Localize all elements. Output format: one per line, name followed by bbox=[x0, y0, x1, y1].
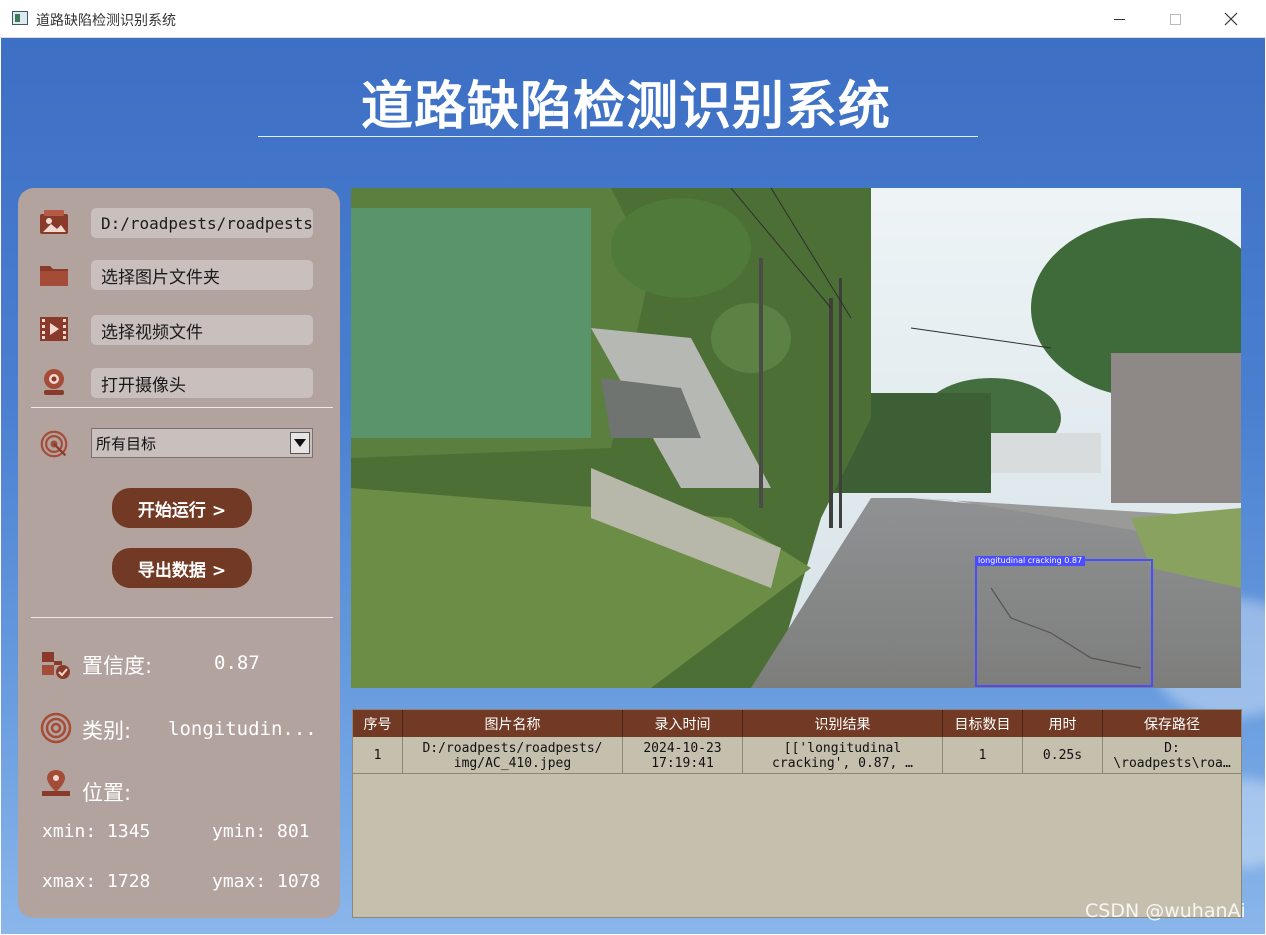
panel-divider bbox=[31, 407, 333, 408]
table-cell-index: 1 bbox=[353, 737, 403, 774]
table-header-row: 序号 图片名称 录入时间 识别结果 目标数目 用时 保存路径 bbox=[353, 710, 1241, 737]
open-camera-button[interactable]: 打开摄像头 bbox=[91, 368, 313, 398]
heading-divider bbox=[258, 136, 978, 137]
watermark: CSDN @wuhanAi bbox=[1085, 900, 1246, 922]
table-cell-result: [['longitudinal cracking', 0.87, … bbox=[743, 737, 943, 774]
close-icon bbox=[1224, 12, 1238, 26]
table-header-cell[interactable]: 录入时间 bbox=[623, 710, 743, 737]
minimize-icon bbox=[1113, 18, 1125, 20]
table-header-cell[interactable]: 保存路径 bbox=[1103, 710, 1241, 737]
table-cell-time: 2024-10-23 17:19:41 bbox=[623, 737, 743, 774]
detection-image-view: longitudinal cracking 0.87 bbox=[351, 188, 1241, 688]
image-path-field[interactable]: D:/roadpests/roadpests/i bbox=[91, 208, 313, 238]
target-select-value: 所有目标 bbox=[96, 434, 157, 453]
image-icon bbox=[40, 210, 68, 234]
detection-bounding-box bbox=[975, 559, 1153, 687]
target-icon bbox=[40, 430, 68, 458]
ymax-value: ymax: 1078 bbox=[212, 871, 321, 892]
location-pin-icon bbox=[42, 770, 70, 796]
window-titlebar: 道路缺陷检测识别系统 bbox=[0, 0, 1266, 38]
panel-divider bbox=[31, 617, 333, 618]
table-header-cell[interactable]: 识别结果 bbox=[743, 710, 943, 737]
chevron-down-icon[interactable] bbox=[290, 432, 310, 454]
maximize-icon bbox=[1169, 13, 1181, 25]
confidence-value: 0.87 bbox=[214, 652, 260, 674]
app-icon bbox=[12, 11, 28, 25]
class-value: longitudin... bbox=[168, 718, 317, 740]
xmax-value: xmax: 1728 bbox=[42, 871, 151, 892]
export-button[interactable]: 导出数据 > bbox=[112, 548, 252, 588]
confidence-label: 置信度: bbox=[82, 654, 153, 678]
target-select[interactable]: 所有目标 bbox=[91, 428, 313, 458]
folder-icon bbox=[40, 266, 68, 286]
select-folder-button[interactable]: 选择图片文件夹 bbox=[91, 260, 313, 290]
window-title: 道路缺陷检测识别系统 bbox=[36, 13, 176, 29]
ymin-value: ymin: 801 bbox=[212, 821, 310, 842]
table-header-cell[interactable]: 用时 bbox=[1023, 710, 1103, 737]
detection-label: longitudinal cracking 0.87 bbox=[975, 556, 1086, 566]
video-icon bbox=[40, 317, 68, 341]
table-cell-count: 1 bbox=[943, 737, 1023, 774]
control-panel: D:/roadpests/roadpests/i 选择图片文件夹 选择视频文件 … bbox=[18, 188, 340, 918]
app-client: 道路缺陷检测识别系统 D:/roadpests/roadpests/i 选择图片… bbox=[1, 38, 1265, 934]
class-icon bbox=[40, 712, 72, 744]
xmin-value: xmin: 1345 bbox=[42, 821, 151, 842]
select-video-button[interactable]: 选择视频文件 bbox=[91, 315, 313, 345]
table-cell-image-name: D:/roadpests/roadpests/ img/AC_410.jpeg bbox=[403, 737, 623, 774]
start-button[interactable]: 开始运行 > bbox=[112, 488, 252, 528]
table-cell-save-path: D: \roadpests\roa… bbox=[1113, 740, 1231, 771]
results-table: 序号 图片名称 录入时间 识别结果 目标数目 用时 保存路径 1 D:/road… bbox=[352, 709, 1242, 918]
close-button[interactable] bbox=[1208, 0, 1254, 38]
table-header-cell[interactable]: 图片名称 bbox=[403, 710, 623, 737]
table-header-cell[interactable]: 目标数目 bbox=[943, 710, 1023, 737]
table-row[interactable]: 1 D:/roadpests/roadpests/ img/AC_410.jpe… bbox=[353, 737, 1241, 774]
table-cell-duration: 0.25s bbox=[1023, 737, 1103, 774]
position-label: 位置: bbox=[82, 781, 132, 805]
table-header-cell[interactable]: 序号 bbox=[353, 710, 403, 737]
app-heading: 道路缺陷检测识别系统 bbox=[360, 77, 891, 137]
maximize-button[interactable] bbox=[1152, 0, 1198, 38]
confidence-icon bbox=[42, 652, 70, 679]
minimize-button[interactable] bbox=[1096, 0, 1142, 38]
class-label: 类别: bbox=[82, 719, 132, 743]
camera-icon bbox=[44, 369, 64, 395]
